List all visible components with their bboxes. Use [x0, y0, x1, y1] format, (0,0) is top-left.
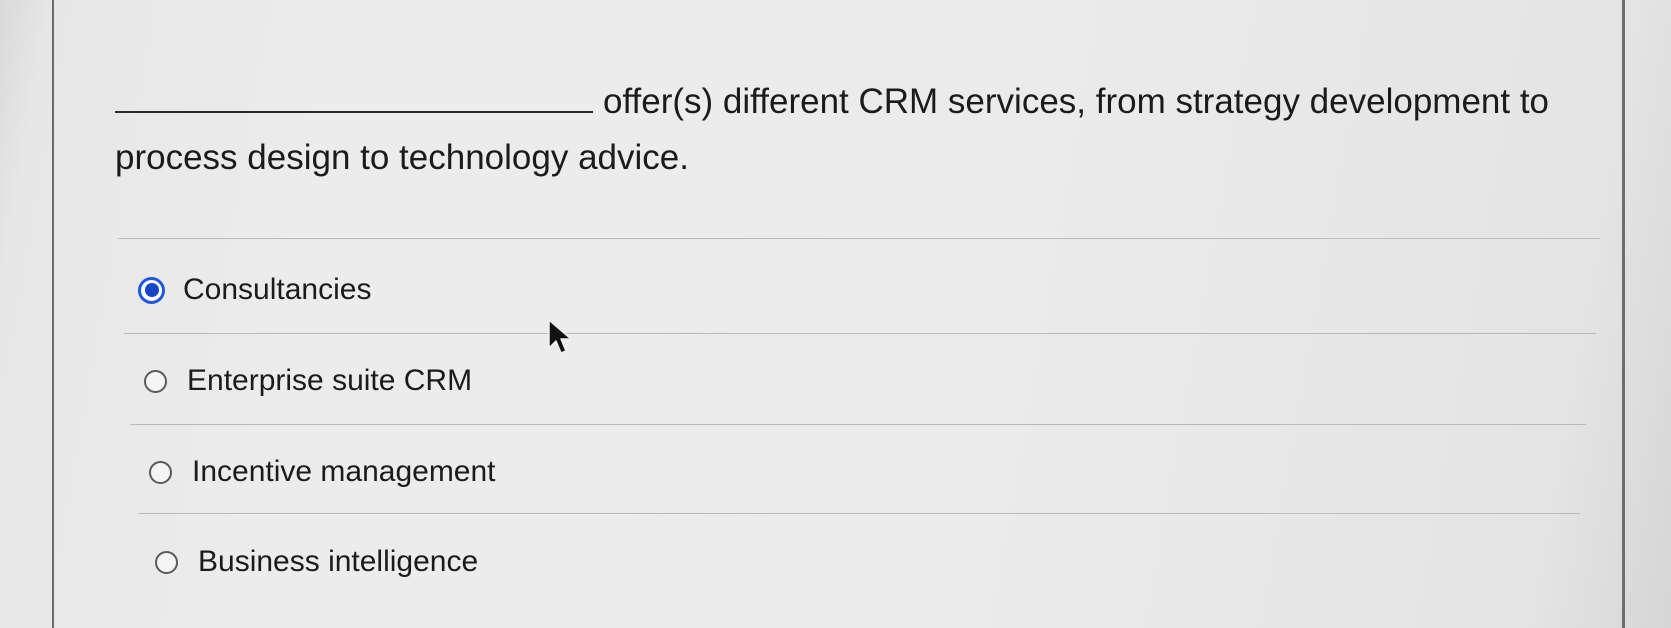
option-consultancies[interactable]: Consultancies — [138, 273, 371, 307]
option-business-intelligence[interactable]: Business intelligence — [155, 545, 478, 579]
option-label: Business intelligence — [198, 545, 479, 578]
option-label: Enterprise suite CRM — [187, 364, 473, 397]
divider — [118, 238, 1600, 239]
answer-blank — [115, 81, 593, 113]
option-enterprise-suite-crm[interactable]: Enterprise suite CRM — [144, 364, 472, 398]
radio-unselected[interactable] — [155, 550, 178, 574]
radio-unselected[interactable] — [149, 460, 172, 484]
radio-unselected[interactable] — [144, 369, 167, 393]
divider — [138, 513, 1580, 514]
divider — [130, 424, 1586, 425]
option-label: Consultancies — [183, 273, 372, 306]
radio-selected[interactable] — [138, 276, 165, 304]
divider — [124, 333, 1596, 334]
question-line-1: offer(s) different CRM services, from st… — [603, 82, 1550, 121]
mouse-pointer-icon — [548, 319, 572, 354]
option-incentive-management[interactable]: Incentive management — [149, 455, 496, 489]
option-label: Incentive management — [192, 455, 496, 488]
radio-dot — [144, 283, 159, 297]
left-panel-border — [52, 0, 54, 628]
question-line-2: process design to technology advice. — [115, 138, 689, 177]
question-text: offer(s) different CRM services, from st… — [115, 74, 1635, 186]
